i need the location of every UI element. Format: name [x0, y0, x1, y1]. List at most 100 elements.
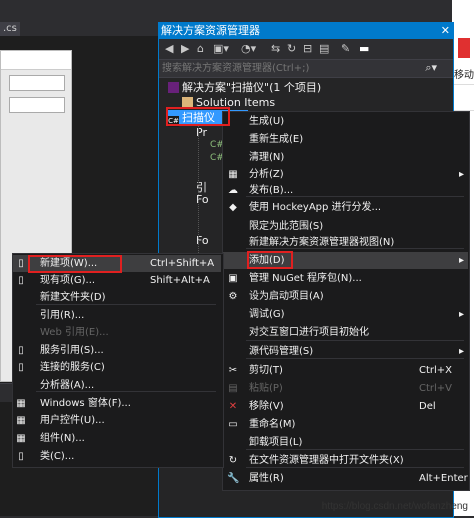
- menu-item-shortcut: Alt+Enter: [419, 473, 468, 484]
- menu-item-label: 重命名(M): [249, 419, 296, 430]
- submenu-item-existing-item[interactable]: ▯ 现有项(G)... Shift+Alt+A: [13, 272, 221, 289]
- new-item-icon: ▯: [18, 258, 24, 269]
- solution-icon: [168, 82, 179, 93]
- menu-separator: [36, 304, 216, 305]
- highlight-new-item: [28, 255, 122, 273]
- solution-explorer-title-bar: 解决方案资源管理器 ✕: [158, 22, 454, 39]
- menu-item-hockeyapp[interactable]: ◆ 使用 HockeyApp 进行分发...: [223, 199, 468, 216]
- menu-item-shortcut: Ctrl+V: [419, 383, 453, 394]
- nuget-icon: ▣: [228, 273, 238, 284]
- editor-tab-bar: [0, 0, 158, 36]
- submenu-arrow-icon: ▸: [459, 169, 465, 180]
- menu-item-rebuild[interactable]: 重新生成(E): [223, 131, 468, 148]
- menu-item-label: Web 引用(E)...: [40, 327, 109, 338]
- component-icon: ▦: [16, 433, 26, 444]
- submenu-item-connected-service[interactable]: ▯ 连接的服务(C): [13, 359, 221, 376]
- submenu-item-service-reference[interactable]: ▯ 服务引用(S)...: [13, 342, 221, 359]
- menu-item-label: 设为启动项目(A): [249, 291, 324, 302]
- watermark: https://blog.csdn.net/wofanzheng: [321, 501, 468, 512]
- submenu-item-component[interactable]: ▦ 组件(N)...: [13, 430, 221, 447]
- menu-item-debug[interactable]: 调试(G) ▸: [223, 306, 468, 323]
- menu-item-analyze[interactable]: ▦ 分析(Z) ▸: [223, 166, 468, 183]
- solution-explorer-search[interactable]: ⌕▾: [159, 59, 453, 78]
- menu-item-nuget[interactable]: ▣ 管理 NuGet 程序包(N)...: [223, 270, 468, 287]
- menu-item-shortcut: Del: [419, 401, 436, 412]
- menu-item-label: 重新生成(E): [249, 134, 304, 145]
- menu-item-label: 连接的服务(C): [40, 362, 105, 373]
- windows-form-icon: ▦: [16, 398, 26, 409]
- cut-icon: ✂: [228, 365, 238, 376]
- menu-item-rename[interactable]: ▭ 重命名(M): [223, 416, 468, 433]
- menu-item-shortcut: Ctrl+X: [419, 365, 453, 376]
- search-icon[interactable]: ⌕▾: [425, 61, 437, 75]
- submenu-item-class[interactable]: ▯ 类(C)...: [13, 448, 221, 465]
- existing-item-icon: ▯: [18, 275, 24, 286]
- menu-item-clean[interactable]: 清理(N): [223, 149, 468, 166]
- menu-item-label: 限定为此范围(S): [249, 221, 324, 232]
- menu-item-scope[interactable]: 限定为此范围(S): [223, 218, 468, 235]
- publish-icon: ☁: [228, 185, 238, 196]
- menu-item-startup[interactable]: ⚙ 设为启动项目(A): [223, 288, 468, 305]
- menu-item-label: 服务引用(S)...: [40, 345, 104, 356]
- menu-item-label: 剪切(T): [249, 365, 283, 376]
- back-icon[interactable]: ◀: [165, 42, 173, 55]
- menu-item-label: 现有项(G)...: [40, 275, 96, 286]
- startup-icon: ⚙: [228, 291, 238, 302]
- menu-separator: [36, 391, 216, 392]
- menu-item-paste[interactable]: ▤ 粘贴(P) Ctrl+V: [223, 380, 468, 397]
- menu-item-label: 粘贴(P): [249, 383, 283, 394]
- close-icon[interactable]: ✕: [441, 22, 450, 39]
- menu-separator: [246, 358, 464, 359]
- open-folder-icon: ↻: [228, 455, 238, 466]
- menu-item-label: 移除(V): [249, 401, 284, 412]
- solution-explorer-title: 解决方案资源管理器: [161, 24, 260, 37]
- submenu-item-web-reference[interactable]: Web 引用(E)...: [13, 324, 221, 341]
- switch-views-icon[interactable]: ▣▾: [213, 42, 229, 55]
- pending-changes-icon[interactable]: ◔▾: [241, 42, 256, 55]
- submenu-arrow-icon: ▸: [459, 309, 465, 320]
- refresh-icon[interactable]: ↻: [287, 42, 296, 55]
- menu-separator: [246, 467, 464, 468]
- submenu-item-reference[interactable]: 引用(R)...: [13, 307, 221, 324]
- menu-item-label: 属性(R): [249, 473, 284, 484]
- menu-item-build[interactable]: 生成(U): [223, 113, 468, 130]
- menu-item-label: Windows 窗体(F)...: [40, 398, 131, 409]
- editor-tab[interactable]: .cs: [0, 22, 20, 36]
- menu-item-shortcut: Shift+Alt+A: [150, 275, 210, 286]
- connected-service-icon: ▯: [18, 362, 24, 373]
- highlight-project: [166, 107, 230, 126]
- search-input[interactable]: [162, 61, 418, 75]
- menu-item-label: 引用(R)...: [40, 310, 85, 321]
- menu-item-label: 清理(N): [249, 152, 285, 163]
- sync-icon[interactable]: ⇆: [271, 42, 280, 55]
- menu-item-remove[interactable]: ✕ 移除(V) Del: [223, 398, 468, 415]
- menu-item-label: 分析(Z): [249, 169, 284, 180]
- submenu-arrow-icon: ▸: [459, 255, 465, 266]
- designer-title-bar: [1, 51, 71, 70]
- menu-item-interactive[interactable]: 对交互窗口进行项目初始化: [223, 324, 468, 341]
- paste-icon: ▤: [228, 383, 238, 394]
- menu-item-label: 类(C)...: [40, 451, 75, 462]
- menu-item-label: 用户控件(U)...: [40, 415, 105, 426]
- menu-separator: [246, 340, 464, 341]
- submenu-item-user-control[interactable]: ▦ 用户控件(U)...: [13, 412, 221, 429]
- solution-node[interactable]: 解决方案"扫描仪"(1 个项目): [168, 80, 321, 95]
- menu-item-properties[interactable]: 🔧 属性(R) Alt+Enter: [223, 470, 468, 487]
- show-all-files-icon[interactable]: ▤: [319, 42, 329, 55]
- user-control-icon: ▦: [16, 415, 26, 426]
- home-icon[interactable]: ⌂: [197, 42, 204, 55]
- menu-separator: [246, 196, 464, 197]
- rename-icon: ▭: [228, 419, 238, 430]
- menu-separator: [246, 248, 464, 249]
- designer-control[interactable]: [9, 75, 65, 91]
- forward-icon[interactable]: ▶: [181, 42, 189, 55]
- analyze-icon: ▦: [228, 169, 238, 180]
- collapse-all-icon[interactable]: ⊟: [303, 42, 312, 55]
- submenu-item-windows-form[interactable]: ▦ Windows 窗体(F)...: [13, 395, 221, 412]
- menu-item-cut[interactable]: ✂ 剪切(T) Ctrl+X: [223, 362, 468, 379]
- highlight-add: [247, 251, 293, 269]
- menu-item-label: 对交互窗口进行项目初始化: [249, 327, 369, 338]
- designer-control[interactable]: [9, 97, 65, 113]
- properties-icon[interactable]: ✎: [341, 42, 350, 55]
- preview-icon[interactable]: ▬: [359, 42, 369, 55]
